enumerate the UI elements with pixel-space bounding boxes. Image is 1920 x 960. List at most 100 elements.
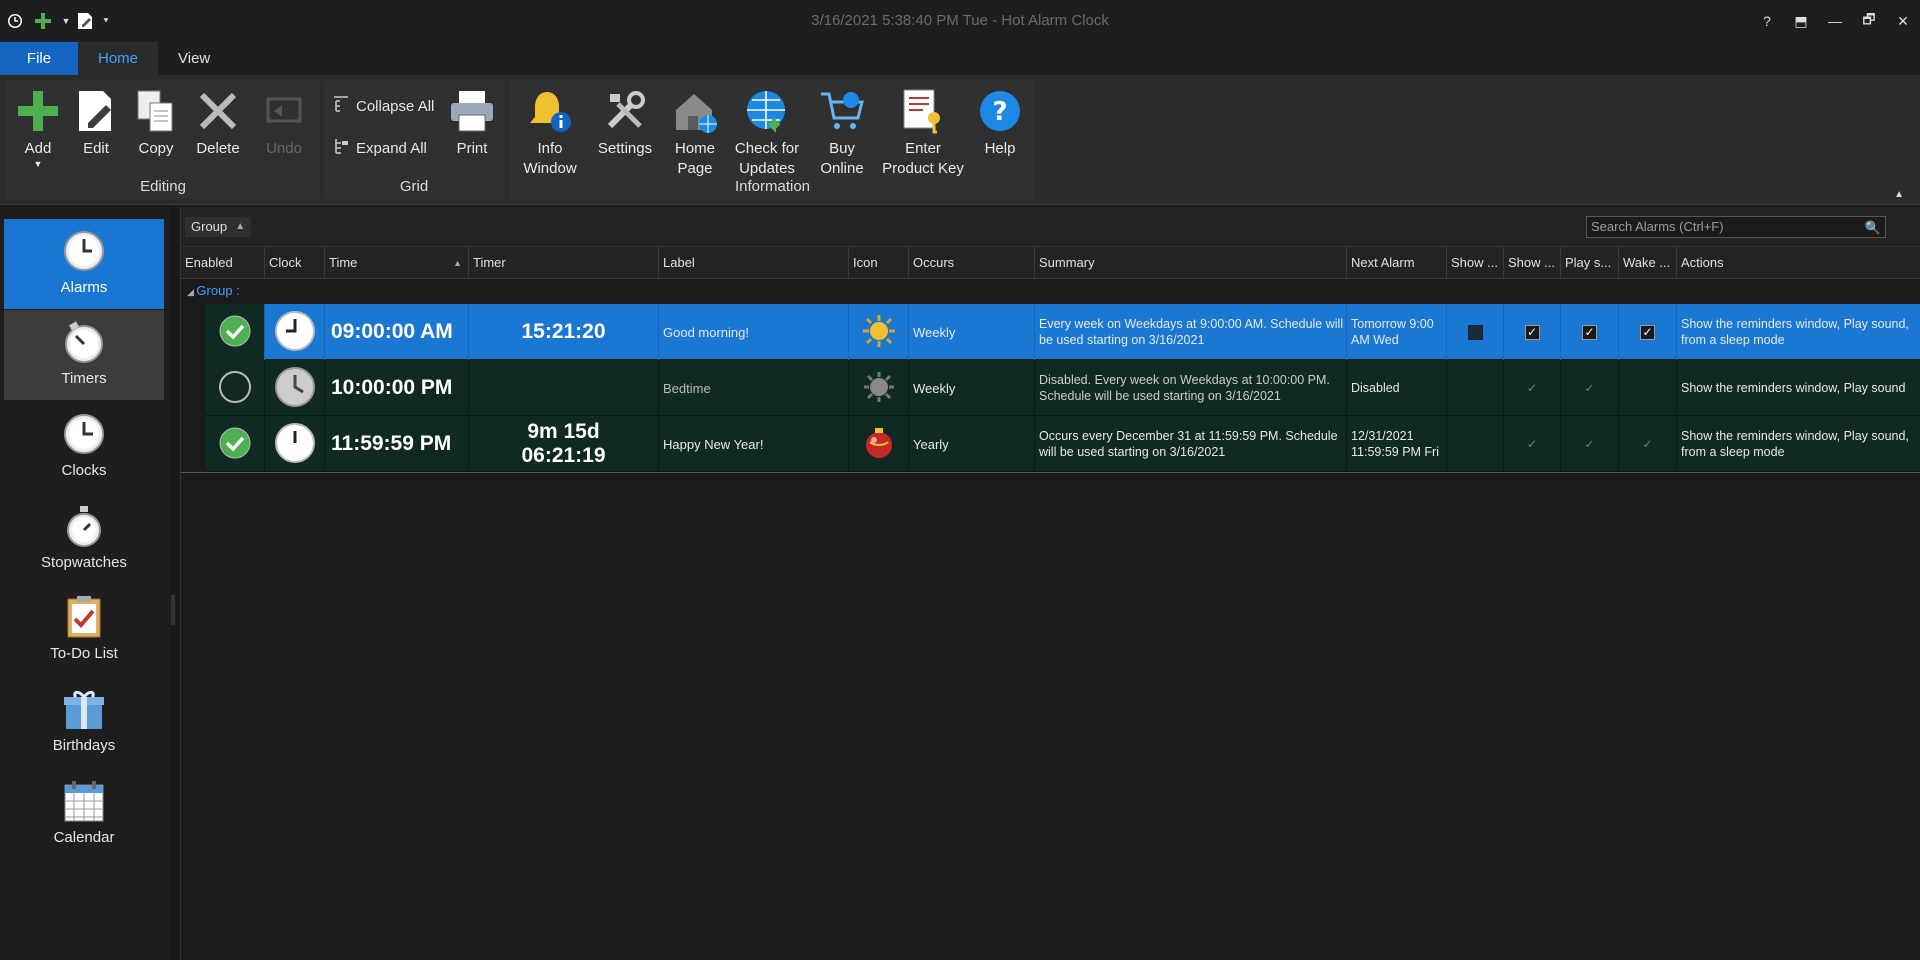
col-actions[interactable]: Actions — [1677, 247, 1920, 279]
group-row[interactable]: ◢ Group : — [181, 279, 1920, 303]
quick-add-dropdown-icon[interactable]: ▼ — [62, 12, 71, 30]
enabled-check-icon[interactable] — [218, 314, 252, 351]
disabled-circle-icon[interactable] — [218, 370, 252, 407]
collapse-ribbon-icon[interactable]: ▲ — [1894, 189, 1904, 200]
wake-checkbox[interactable]: ✓ — [1640, 324, 1655, 340]
timer-icon — [60, 318, 108, 366]
show-reminders-checkbox-cell[interactable] — [1447, 360, 1504, 416]
enabled-cell[interactable] — [205, 360, 265, 416]
wake-checkbox[interactable]: ✓ — [1640, 437, 1655, 452]
play-sound-checkbox[interactable]: ✓ — [1582, 324, 1597, 340]
customize-toolbar-icon[interactable]: ⯆ — [100, 12, 112, 30]
nav-clocks[interactable]: Clocks — [4, 402, 164, 492]
col-enabled[interactable]: Enabled — [181, 247, 265, 279]
group-information: Info Window Settings Home Page Check for… — [510, 81, 1035, 199]
edit-button[interactable]: Edit — [68, 87, 124, 159]
app-clock-icon[interactable] — [6, 12, 24, 30]
label-cell: Good morning! — [659, 304, 849, 360]
settings-button[interactable]: Settings — [590, 87, 660, 159]
print-button[interactable]: Print — [444, 87, 500, 159]
show-notification-checkbox-cell[interactable]: ✓ — [1504, 304, 1561, 360]
show-notification-checkbox[interactable]: ✓ — [1524, 324, 1540, 340]
show-reminders-checkbox[interactable] — [1468, 381, 1483, 396]
nav-splitter[interactable] — [170, 207, 180, 960]
collapse-all-button[interactable]: Collapse All — [332, 95, 434, 117]
col-next-alarm[interactable]: Next Alarm — [1347, 247, 1447, 279]
col-clock[interactable]: Clock — [265, 247, 325, 279]
col-time[interactable]: Time ▲ — [325, 247, 469, 279]
table-row[interactable]: 11:59:59 PM 9m 15d 06:21:19 Happy New Ye… — [205, 416, 1920, 472]
wake-checkbox-cell[interactable] — [1619, 360, 1677, 416]
info-window-button[interactable]: Info Window — [514, 87, 586, 179]
table-row[interactable]: 10:00:00 PM Bedtime Weekly Disabled. Eve… — [205, 360, 1920, 416]
play-sound-checkbox-cell[interactable]: ✓ — [1561, 304, 1619, 360]
help-title-button[interactable]: ? — [1750, 0, 1784, 42]
wake-checkbox-cell[interactable]: ✓ — [1619, 416, 1677, 472]
show-reminders-checkbox[interactable] — [1467, 324, 1483, 340]
expand-all-button[interactable]: Expand All — [332, 137, 427, 159]
quick-edit-icon[interactable] — [76, 12, 94, 30]
help-button[interactable]: ? Help — [972, 87, 1028, 159]
grid-bottom-divider — [181, 472, 1920, 473]
tab-view[interactable]: View — [158, 42, 230, 75]
nav-timers[interactable]: Timers — [4, 310, 164, 400]
col-icon[interactable]: Icon — [849, 247, 909, 279]
nav-todo-list[interactable]: To-Do List — [4, 585, 164, 675]
undo-button[interactable]: Undo — [254, 87, 314, 159]
copy-icon — [132, 87, 180, 135]
minimize-button[interactable]: — — [1818, 0, 1852, 42]
buy-online-button[interactable]: Buy Online — [810, 87, 874, 179]
summary-cell: Disabled. Every week on Weekdays at 10:0… — [1035, 360, 1347, 416]
next-alarm-cell: 12/31/2021 11:59:59 PM Fri — [1347, 416, 1447, 472]
title-bar: ▼ ⯆ 3/16/2021 5:38:40 PM Tue - Hot Alarm… — [0, 0, 1920, 42]
show-reminders-checkbox[interactable] — [1468, 437, 1483, 452]
show-reminders-checkbox-cell[interactable] — [1447, 416, 1504, 472]
splitter-grip[interactable] — [171, 595, 175, 625]
search-icon[interactable]: 🔍 — [1865, 218, 1881, 238]
tab-home[interactable]: Home — [78, 42, 159, 75]
show-notification-checkbox-cell[interactable]: ✓ — [1504, 360, 1561, 416]
show-notification-checkbox[interactable]: ✓ — [1525, 381, 1540, 396]
show-notification-checkbox[interactable]: ✓ — [1525, 437, 1540, 452]
restore-button[interactable]: 🗗 — [1852, 0, 1886, 42]
search-input[interactable]: Search Alarms (Ctrl+F) 🔍 — [1586, 216, 1886, 238]
col-show-reminders[interactable]: Show ... — [1447, 247, 1504, 279]
play-sound-checkbox-cell[interactable]: ✓ — [1561, 360, 1619, 416]
check-for-updates-button[interactable]: Check for Updates — [728, 87, 806, 179]
enabled-cell[interactable] — [205, 304, 265, 360]
delete-button[interactable]: Delete — [190, 87, 246, 159]
actions-cell: Show the reminders window, Play sound, f… — [1681, 317, 1909, 347]
enabled-check-icon[interactable] — [218, 426, 252, 463]
col-occurs[interactable]: Occurs — [909, 247, 1035, 279]
nav-calendar[interactable]: Calendar — [4, 769, 164, 859]
nav-birthdays[interactable]: Birthdays — [4, 677, 164, 767]
col-label[interactable]: Label — [659, 247, 849, 279]
group-chip[interactable]: Group ▲ — [185, 217, 252, 237]
col-show-notification[interactable]: Show ... — [1504, 247, 1561, 279]
col-summary[interactable]: Summary — [1035, 247, 1347, 279]
tab-file[interactable]: File — [0, 42, 78, 75]
enabled-cell[interactable] — [205, 416, 265, 472]
home-page-button[interactable]: Home Page — [665, 87, 725, 179]
copy-button[interactable]: Copy — [128, 87, 184, 159]
table-row[interactable]: 09:00:00 AM 15:21:20 Good morning! Weekl… — [205, 304, 1920, 360]
wake-checkbox-cell[interactable]: ✓ — [1619, 304, 1677, 360]
play-sound-checkbox-cell[interactable]: ✓ — [1561, 416, 1619, 472]
col-wake[interactable]: Wake ... — [1619, 247, 1677, 279]
show-reminders-checkbox-cell[interactable] — [1447, 304, 1504, 360]
nav-alarms[interactable]: Alarms — [4, 219, 164, 309]
ribbon-display-button[interactable]: ⬒ — [1784, 0, 1818, 42]
quick-add-icon[interactable] — [30, 12, 56, 30]
wake-checkbox[interactable] — [1640, 381, 1655, 396]
group-editing: Add ▼ Edit Copy Delete Undo Editing — [6, 81, 320, 199]
col-play-sound[interactable]: Play s... — [1561, 247, 1619, 279]
play-sound-checkbox[interactable]: ✓ — [1582, 437, 1597, 452]
play-sound-checkbox[interactable]: ✓ — [1582, 381, 1597, 396]
enter-product-key-button[interactable]: Enter Product Key — [878, 87, 968, 179]
close-button[interactable]: ✕ — [1886, 0, 1920, 42]
add-button[interactable]: Add ▼ — [10, 87, 66, 169]
show-notification-checkbox-cell[interactable]: ✓ — [1504, 416, 1561, 472]
nav-stopwatches[interactable]: Stopwatches — [4, 494, 164, 584]
clock-cell — [265, 416, 325, 472]
col-timer[interactable]: Timer — [469, 247, 659, 279]
